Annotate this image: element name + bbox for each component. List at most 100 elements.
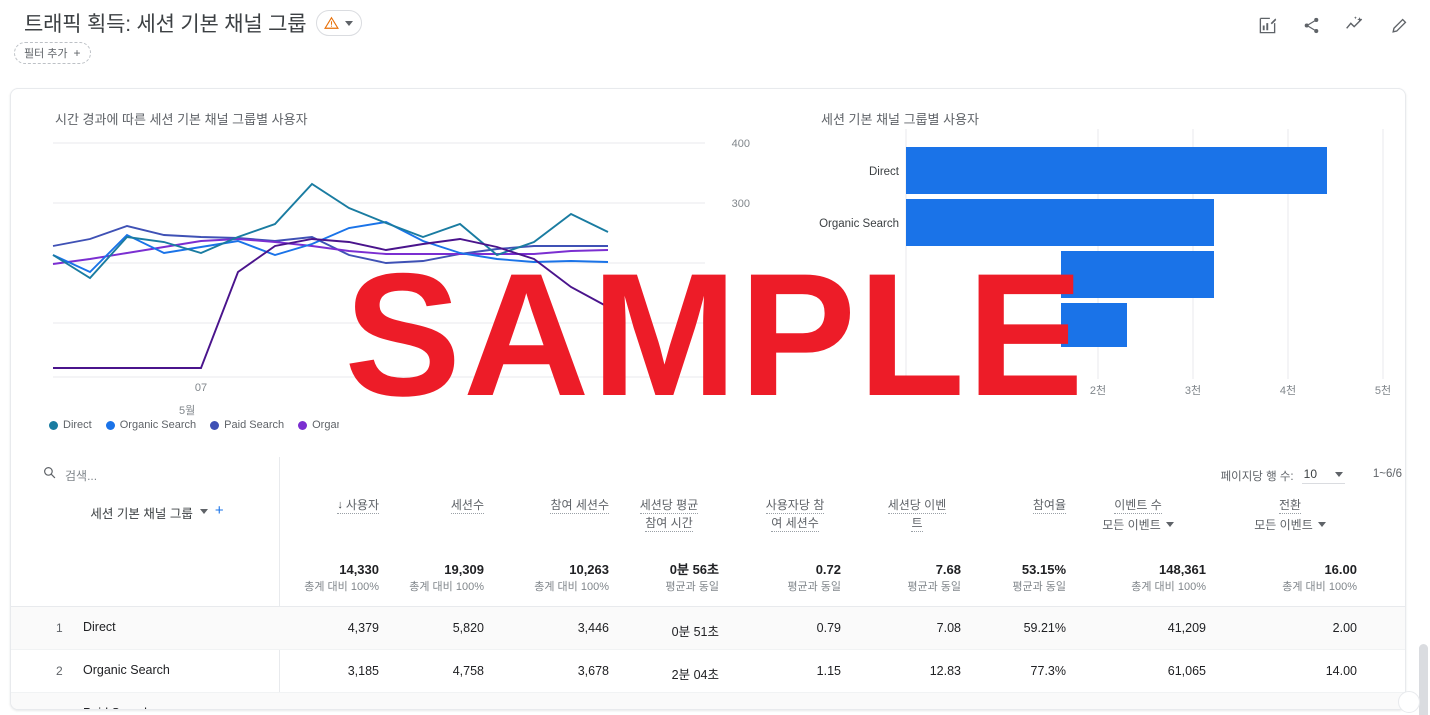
page-scrollbar[interactable]	[1416, 78, 1430, 715]
rows-per-page-select[interactable]: 10	[1301, 467, 1345, 484]
svg-text:3천: 3천	[1185, 383, 1201, 397]
metric-header-engagement-rate[interactable]: 참여율	[986, 497, 1066, 553]
legend-dot-icon	[105, 420, 115, 430]
metric-label: 참여율	[1032, 498, 1066, 514]
legend-label: Paid Search	[224, 419, 285, 431]
table-toolbar: 검색... 페이지당 행 수: 10 1~6/6	[11, 457, 1405, 493]
edit-pencil-icon[interactable]	[1382, 8, 1416, 42]
search-icon	[43, 466, 56, 484]
cell-engaged-sessions: 3,678	[577, 664, 609, 678]
total-avg-engagement-time: 0분 56초 평균과 동일	[665, 562, 719, 593]
total-engagement-rate: 53.15% 평균과 동일	[1012, 562, 1066, 593]
legend-label: Direct	[63, 419, 92, 431]
total-events-per-session: 7.68 평균과 동일	[907, 562, 961, 593]
svg-text:300: 300	[732, 198, 750, 210]
add-dimension-plus-icon[interactable]: +	[215, 503, 224, 518]
row-index: 2	[56, 664, 63, 678]
share-icon[interactable]	[1294, 8, 1328, 42]
row-index: 3	[56, 707, 63, 709]
insights-icon[interactable]	[1250, 8, 1284, 42]
charts-area: 시간 경과에 따른 세션 기본 채널 그룹별 사용자 400 300 07 1 …	[11, 89, 1405, 457]
legend-label: Organic Search	[119, 419, 197, 431]
search-input[interactable]: 검색...	[43, 466, 97, 484]
metric-label: 이벤트 수	[1114, 498, 1162, 514]
metric-label: 세션당 이벤	[887, 498, 947, 514]
legend-item-direct[interactable]: Direct	[49, 419, 92, 431]
metric-header-engaged-sessions[interactable]: 참여 세션수	[489, 497, 609, 553]
page-header: 트래픽 획득: 세션 기본 채널 그룹 필터 추가 +	[0, 0, 1430, 78]
cell-engaged-sessions-per-user: 1.15	[816, 664, 841, 678]
table-row[interactable]: 2 Organic Search 3,185 4,758 3,678 2분 04…	[11, 650, 1405, 693]
data-warning-chip[interactable]	[316, 10, 363, 36]
search-placeholder: 검색...	[65, 468, 98, 483]
page-title: 트래픽 획득: 세션 기본 채널 그룹	[24, 13, 307, 36]
metric-label: 세션수	[450, 498, 484, 514]
dimension-header[interactable]: 세션 기본 채널 그룹 +	[41, 493, 273, 555]
cell-engaged-sessions: 561	[509, 707, 609, 709]
cell-engaged-sessions-per-user: 0.79	[816, 621, 841, 635]
rows-per-page-label: 페이지당 행 수:	[1220, 470, 1294, 483]
rows-per-page-control[interactable]: 페이지당 행 수: 10	[1221, 467, 1345, 484]
legend-item-paid-search[interactable]: Paid Search	[210, 419, 284, 431]
line-chart-title: 시간 경과에 따른 세션 기본 채널 그룹별 사용자	[55, 112, 308, 127]
legend-label: Organic S	[312, 419, 339, 431]
cell-engaged-sessions: 3,446	[577, 621, 609, 635]
table-row[interactable]: 3 Paid Search 3,147 3,792 561 0분 02초 0.1…	[11, 693, 1405, 709]
metric-label: 전환	[1278, 498, 1302, 514]
cell-sessions: 5,820	[452, 621, 484, 635]
users-over-time-line-chart[interactable]: 400 300 07 1	[45, 129, 771, 399]
sort-desc-icon: ↓	[337, 499, 343, 511]
cell-conversions: 14.00	[1325, 664, 1357, 678]
cell-avg-engagement-time: 2분 04초	[671, 668, 719, 682]
users-by-channel-bar-chart[interactable]: Direct Organic Search 2천 3천 4천 5천	[801, 129, 1401, 409]
metric-label-2: 참여 시간	[645, 516, 693, 532]
metric-label: ↓ 사용자	[337, 498, 379, 514]
metric-header-sessions[interactable]: 세션수	[399, 497, 484, 553]
row-dimension[interactable]: Organic Search	[83, 663, 170, 677]
cell-events-per-session: 12.83	[929, 664, 961, 678]
row-dimension[interactable]: Paid Search	[83, 706, 151, 709]
metric-label: 사용자당 참	[765, 498, 825, 514]
svg-text:07: 07	[195, 382, 207, 394]
legend-dot-icon	[298, 420, 308, 430]
conversion-filter-select[interactable]: 모든 이벤트	[1254, 516, 1326, 533]
metric-header-events-per-session[interactable]: 세션당 이벤 트	[873, 497, 961, 553]
metric-header-event-count[interactable]: 이벤트 수 모든 이벤트	[1071, 497, 1205, 553]
metric-header-users[interactable]: ↓ 사용자	[294, 497, 379, 553]
cell-event-count: 12,788	[1096, 707, 1206, 709]
legend-dot-icon	[49, 420, 58, 430]
title-row: 트래픽 획득: 세션 기본 채널 그룹	[24, 8, 363, 38]
chevron-down-icon	[345, 20, 354, 26]
cell-events-per-session: 7.08	[936, 621, 961, 635]
data-table: 검색... 페이지당 행 수: 10 1~6/6 세션 기본 채널 그룹 + ↓…	[11, 457, 1405, 709]
add-filter-button[interactable]: 필터 추가 +	[14, 42, 91, 64]
event-filter-select[interactable]: 모든 이벤트	[1102, 516, 1174, 533]
legend-item-organic-search[interactable]: Organic Search	[105, 419, 197, 431]
compare-trend-icon[interactable]	[1338, 8, 1372, 42]
bar-chart-title: 세션 기본 채널 그룹별 사용자	[821, 112, 979, 127]
cell-engagement-rate: 14.79%	[986, 707, 1066, 709]
total-conversions: 16.00 총계 대비 100%	[1282, 562, 1357, 593]
svg-text:400: 400	[732, 138, 750, 150]
cell-engagement-rate: 59.21%	[1023, 621, 1066, 635]
cell-engagement-rate: 77.3%	[1030, 664, 1066, 678]
cell-sessions: 4,758	[452, 664, 484, 678]
cell-users: 4,379	[347, 621, 379, 635]
chevron-down-icon	[1317, 522, 1326, 527]
scrollbar-thumb[interactable]	[1419, 644, 1428, 715]
total-event-count: 148,361 총계 대비 100%	[1131, 562, 1206, 593]
row-index: 1	[56, 621, 63, 635]
metric-header-conversions[interactable]: 전환 모든 이벤트	[1223, 497, 1357, 553]
row-dimension[interactable]: Direct	[83, 620, 116, 634]
chevron-down-icon[interactable]	[199, 509, 208, 514]
plus-icon: +	[73, 46, 81, 60]
metric-label: 참여 세션수	[550, 498, 609, 514]
cell-sessions: 3,792	[404, 707, 484, 709]
metric-header-avg-engagement-time[interactable]: 세션당 평균 참여 시간	[619, 497, 719, 553]
metric-header-engaged-sessions-per-user[interactable]: 사용자당 참 여 세션수	[749, 497, 841, 553]
legend-item-organic-social[interactable]: Organic S	[298, 419, 339, 431]
cell-users: 3,147	[299, 707, 379, 709]
table-row[interactable]: 1 Direct 4,379 5,820 3,446 0분 51초 0.79 7…	[11, 607, 1405, 650]
table-totals-row: 14,330 총계 대비 100% 19,309 총계 대비 100% 10,263…	[11, 555, 1405, 607]
scroll-to-top-button[interactable]	[1398, 691, 1420, 713]
